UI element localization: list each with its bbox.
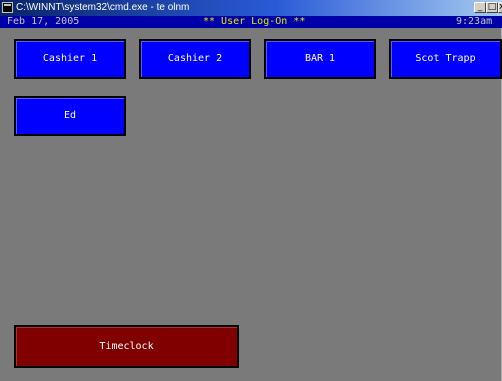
close-button[interactable]: x [498, 2, 502, 13]
status-time: 9:23am [456, 16, 493, 27]
console-window: C:\WINNT\system32\cmd.exe - te olnm _ □ … [0, 0, 502, 381]
status-date: Feb 17, 2005 [7, 16, 80, 27]
maximize-button[interactable]: □ [486, 2, 498, 13]
window-title-bar[interactable]: C:\WINNT\system32\cmd.exe - te olnm _ □ … [0, 0, 502, 16]
user-button-scot-trapp[interactable]: Scot Trapp [389, 39, 502, 79]
screen-title: ** User Log-On ** [203, 16, 306, 27]
status-bar: Feb 17, 2005 ** User Log-On ** 9:23am [0, 16, 502, 28]
user-button-ed[interactable]: Ed [14, 96, 126, 136]
user-button-cashier-2[interactable]: Cashier 2 [139, 39, 251, 79]
timeclock-button[interactable]: Timeclock [14, 325, 239, 368]
user-button-cashier-1[interactable]: Cashier 1 [14, 39, 126, 79]
user-button-bar-1[interactable]: BAR 1 [264, 39, 376, 79]
console-app-icon[interactable] [2, 2, 13, 13]
minimize-button[interactable]: _ [474, 2, 486, 13]
window-title: C:\WINNT\system32\cmd.exe - te olnm [16, 2, 190, 13]
